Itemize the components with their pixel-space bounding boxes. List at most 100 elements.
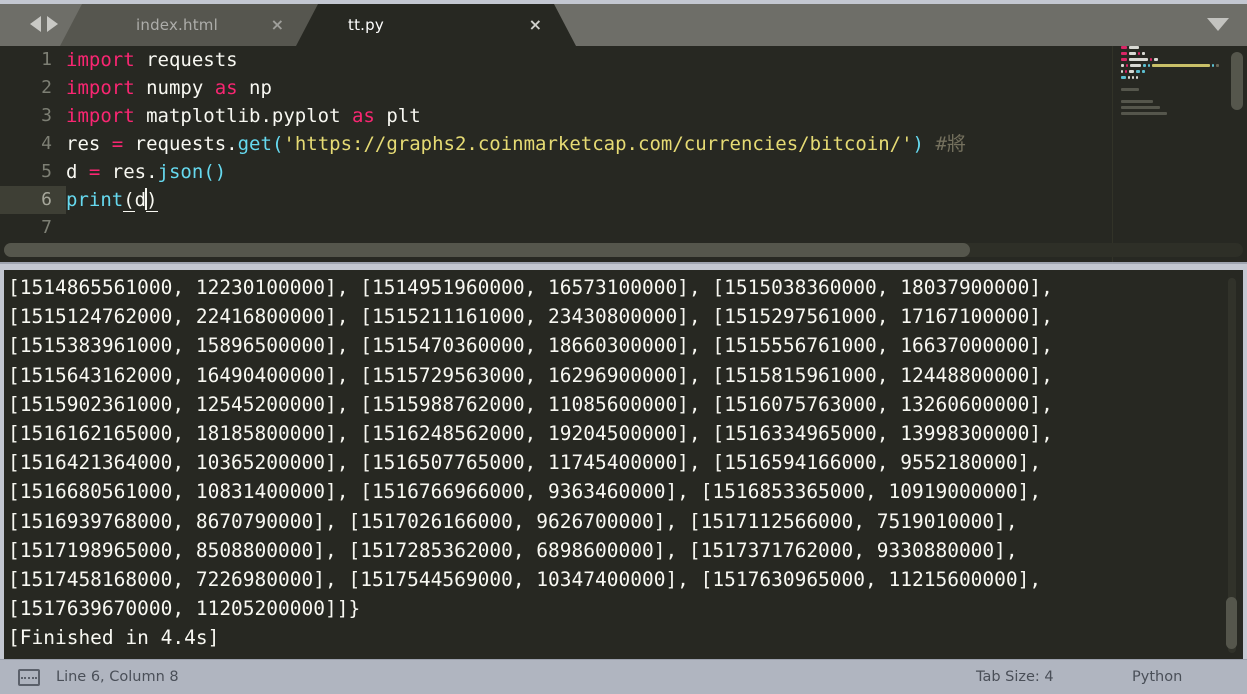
output-line: [1515643162000, 16490400000], [151572956… [8,363,1053,387]
code-token: plt [374,105,421,127]
code-token: d [66,161,89,183]
code-token: print [66,189,124,211]
code-token: numpy [134,77,215,99]
minimap[interactable] [1112,46,1225,262]
console-panel-icon[interactable] [18,668,40,686]
output-scroll-thumb[interactable] [1226,597,1237,649]
minimap-token [1136,76,1139,79]
minimap-line [1121,112,1225,116]
triangle-left-icon[interactable] [30,16,41,32]
code-token: np [237,77,272,99]
line-number: 3 [41,105,52,126]
code-token: = [88,161,101,183]
code-token: () [203,161,227,183]
minimap-token [1121,76,1127,79]
code-token: as [214,77,238,99]
code-text: import numpy as np [66,74,1247,102]
tab-size-indicator[interactable]: Tab Size: 4 [976,669,1054,685]
editor-horizontal-scrollbar[interactable] [4,243,1243,257]
minimap-token [1129,46,1139,49]
triangle-right-icon[interactable] [47,16,58,32]
code-text: import requests [66,46,1247,74]
code-token: requests. [123,133,238,155]
code-line[interactable]: 7 [0,214,1247,242]
build-output-panel[interactable]: [1514865561000, 12230100000], [151495196… [4,270,1243,659]
minimap-token [1142,70,1145,73]
output-line: [1516939768000, 8670790000], [1517026166… [8,509,1018,533]
code-token: ( [123,189,135,212]
code-token: ) [912,133,924,155]
tab-label: index.html [136,16,218,34]
code-token: = [111,133,124,155]
code-token: ( [271,133,284,155]
output-text: [1514865561000, 12230100000], [151495196… [4,270,1243,652]
minimap-token [1121,100,1153,103]
code-token: as [351,105,375,127]
code-line[interactable]: 4 res = requests.get('https://graphs2.coi… [0,130,1247,158]
minimap-token [1137,52,1140,55]
chevron-down-icon[interactable] [1207,18,1229,31]
minimap-token [1121,52,1128,55]
output-line: [1515124762000, 22416800000], [151521116… [8,305,1053,329]
minimap-token [1147,64,1150,67]
editor-vertical-scrollbar[interactable] [1231,52,1243,238]
editor-horizontal-scroll-thumb[interactable] [4,243,971,257]
output-line: [1516421364000, 10365200000], [151650776… [8,451,1042,475]
code-token: import [66,105,135,127]
close-icon[interactable]: × [529,17,542,33]
code-line[interactable]: 2 import numpy as np [0,74,1247,102]
minimap-token [1129,52,1136,55]
minimap-token [1129,70,1135,73]
line-number: 4 [41,133,52,154]
minimap-token [1132,76,1135,79]
code-line[interactable]: 5d = res.json() [0,158,1247,186]
code-token: res [66,133,112,155]
code-line[interactable]: 6 print(d) [0,186,1247,214]
minimap-token [1141,52,1145,55]
tab-tt-py[interactable]: tt.py × [296,4,576,46]
minimap-token [1121,106,1160,109]
minimap-token [1150,58,1153,61]
code-token: #將 [924,133,966,155]
minimap-token [1121,112,1167,115]
minimap-line [1121,70,1225,74]
output-panel-container: [1514865561000, 12230100000], [151495196… [0,264,1247,659]
code-text: print(d) [66,186,1247,214]
minimap-token [1128,76,1131,79]
code-token: requests [134,49,238,71]
minimap-token [1142,64,1146,67]
code-token: ) [146,189,158,212]
minimap-token [1121,70,1123,73]
editor-vertical-scroll-thumb[interactable] [1231,52,1243,110]
close-icon[interactable]: × [271,17,284,33]
line-number: 5 [41,161,52,182]
output-line: [1517198965000, 8508800000], [1517285362… [8,538,1018,562]
minimap-line [1121,106,1225,110]
code-token: 'https://graphs2.coinmarketcap.com/curre… [283,133,913,155]
minimap-line [1121,100,1225,104]
code-lines[interactable]: 1 import requests 2 import numpy as np 3 impo… [0,46,1247,262]
code-token: import [66,77,135,99]
code-editor[interactable]: 1 import requests 2 import numpy as np 3 impo… [0,46,1247,264]
minimap-token [1151,64,1210,67]
output-line: [1517639670000, 11205200000]]} [8,597,361,621]
output-line: [1516680561000, 10831400000], [151676696… [8,480,1042,504]
code-line[interactable]: 3 import matplotlib.pyplot as plt [0,102,1247,130]
line-column-indicator[interactable]: Line 6, Column 8 [56,669,179,685]
code-text: import matplotlib.pyplot as plt [66,102,1247,130]
minimap-token [1130,64,1141,67]
minimap-line [1121,64,1225,68]
output-vertical-scrollbar[interactable] [1226,278,1237,653]
language-indicator[interactable]: Python [1132,669,1182,685]
tab-label: tt.py [348,16,384,34]
minimap-token [1125,70,1127,73]
code-token: matplotlib.pyplot [134,105,352,127]
output-line: [Finished in 4.4s] [8,626,220,650]
code-token: json [157,161,204,183]
tab-nav-arrows[interactable] [30,16,58,32]
code-line[interactable]: 1 import requests [0,46,1247,74]
output-line: [1515383961000, 15896500000], [151547036… [8,334,1053,358]
minimap-token [1121,88,1139,91]
minimap-line [1121,118,1225,122]
output-line: [1517458168000, 7226980000], [1517544569… [8,567,1042,591]
